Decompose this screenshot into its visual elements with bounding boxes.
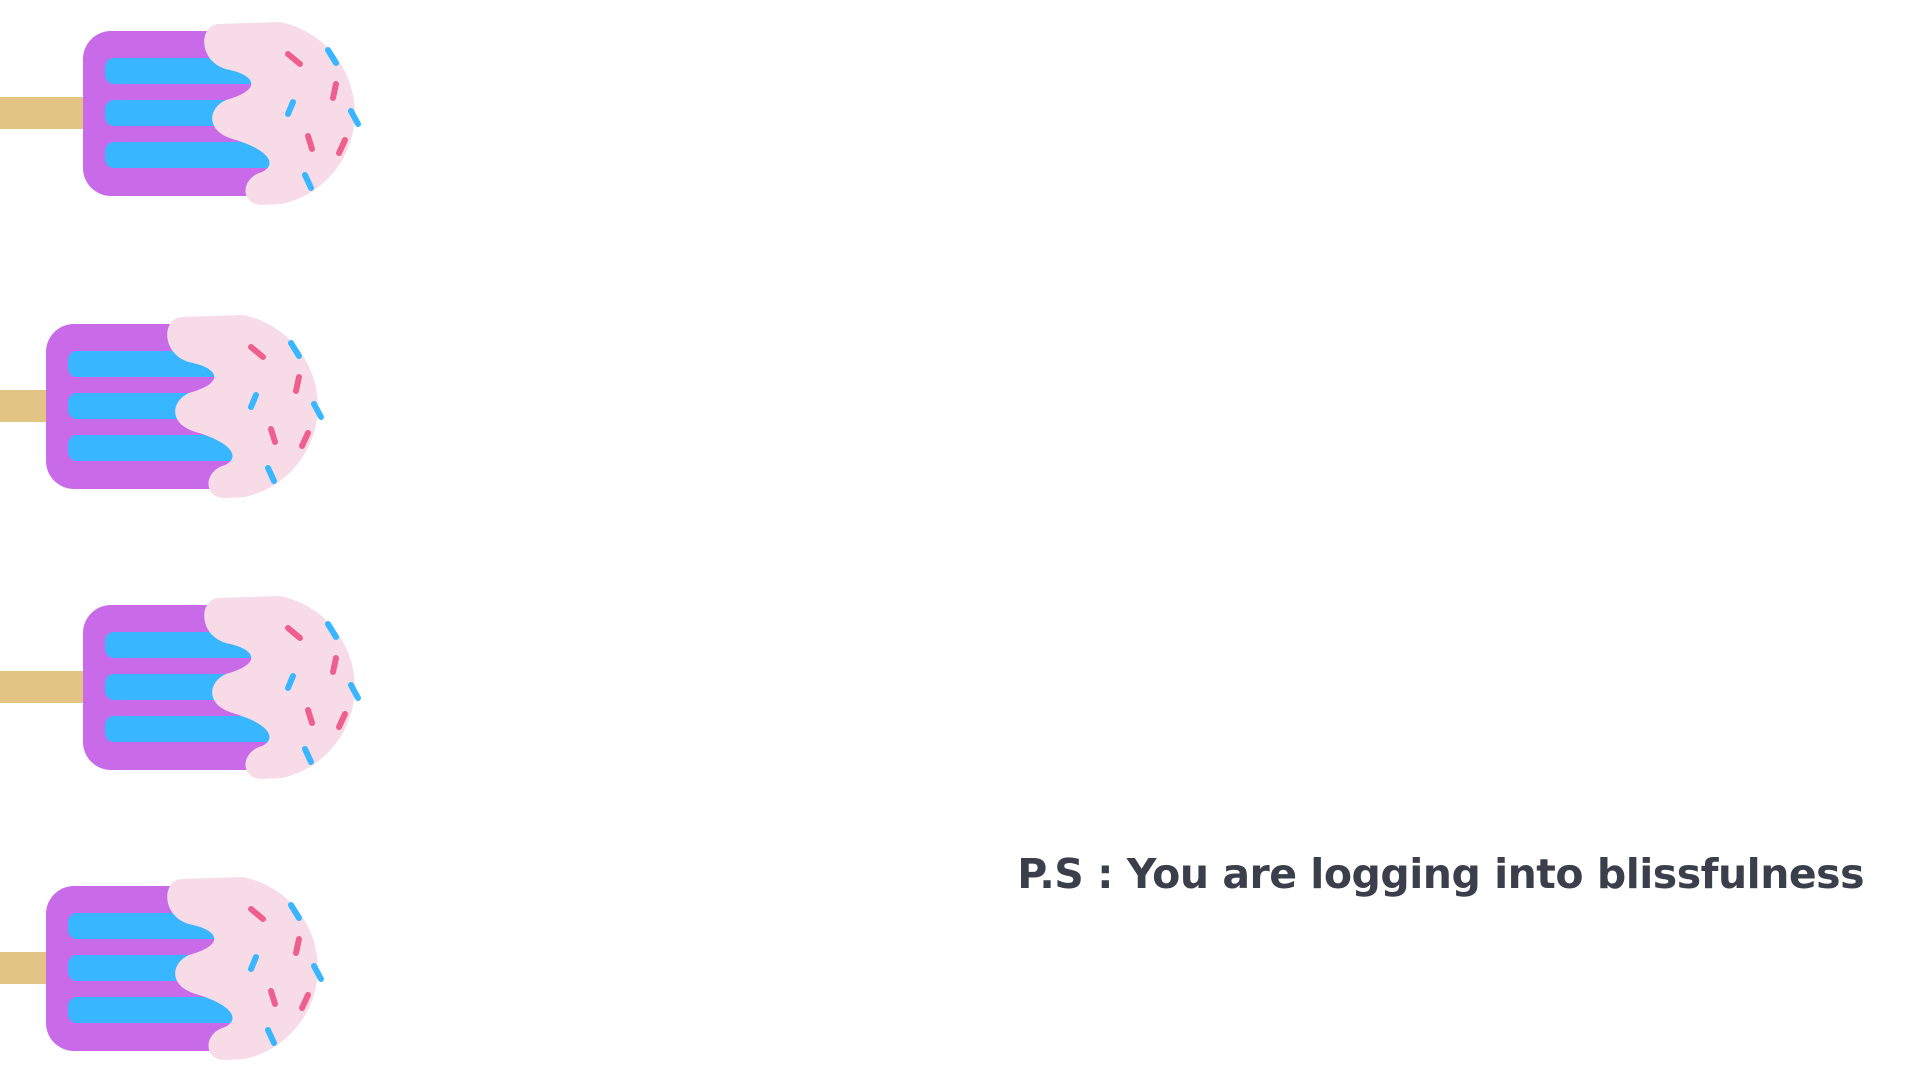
popsicle-icon — [0, 592, 380, 782]
popsicle-icon — [0, 873, 343, 1063]
ps-note-text: P.S : You are logging into blissfulness — [1017, 850, 1864, 898]
popsicle-icon — [0, 311, 343, 501]
page-canvas: P.S : You are logging into blissfulness — [0, 0, 1920, 1080]
popsicle-icon — [0, 18, 380, 208]
